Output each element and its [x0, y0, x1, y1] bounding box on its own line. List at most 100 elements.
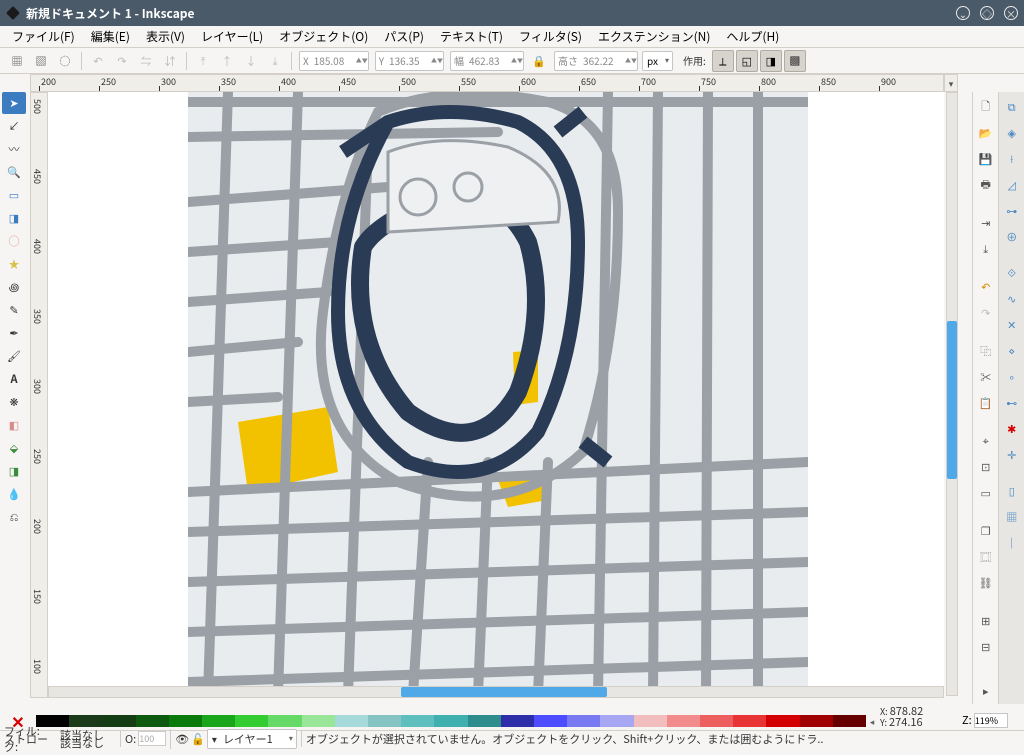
- swatch[interactable]: [634, 715, 667, 727]
- open-icon[interactable]: 📂: [975, 122, 997, 144]
- snap-corner-icon[interactable]: ◿: [1001, 174, 1023, 196]
- snap-obj-center-icon[interactable]: ✱: [1001, 418, 1023, 440]
- spiral-tool-icon[interactable]: ꩜: [2, 276, 26, 298]
- swatch[interactable]: [567, 715, 600, 727]
- lower-icon[interactable]: ↓: [240, 50, 262, 72]
- swatch[interactable]: [235, 715, 268, 727]
- raise-icon[interactable]: ↑: [216, 50, 238, 72]
- bezier-tool-icon[interactable]: ✒: [2, 322, 26, 344]
- deselect-icon[interactable]: ◌: [54, 50, 76, 72]
- ruler-horizontal[interactable]: 2002503003504004505005506006507007508008…: [30, 74, 944, 92]
- snap-toggle-icon[interactable]: ⧉: [1001, 96, 1023, 118]
- select-all-icon[interactable]: ▦: [6, 50, 28, 72]
- menu-layer[interactable]: レイヤー(L): [193, 26, 271, 47]
- select-layer-icon[interactable]: ▨: [30, 50, 52, 72]
- dropper-tool-icon[interactable]: 💧: [2, 483, 26, 505]
- rect-tool-icon[interactable]: ▭: [2, 184, 26, 206]
- swatch[interactable]: [700, 715, 733, 727]
- ruler-menu-icon[interactable]: ▾: [944, 74, 958, 92]
- palette-menu-icon[interactable]: ◂: [866, 715, 878, 728]
- zoom-sel-icon[interactable]: ⌖: [975, 430, 997, 452]
- gradient-tool-icon[interactable]: ◨: [2, 460, 26, 482]
- swatch[interactable]: [468, 715, 501, 727]
- swatch[interactable]: [302, 715, 335, 727]
- flip-h-icon[interactable]: ⇋: [135, 50, 157, 72]
- snap-guide-icon[interactable]: │: [1001, 532, 1023, 554]
- menu-path[interactable]: パス(P): [376, 26, 432, 47]
- spray-tool-icon[interactable]: ❋: [2, 391, 26, 413]
- menu-object[interactable]: オブジェクト(O): [271, 26, 376, 47]
- flip-v-icon[interactable]: ⇵: [159, 50, 181, 72]
- swatch[interactable]: [800, 715, 833, 727]
- layer-visible-icon[interactable]: 👁: [175, 731, 189, 747]
- zoom-page-icon[interactable]: ▭: [975, 482, 997, 504]
- print-icon[interactable]: 🖶: [975, 174, 997, 196]
- x-field[interactable]: X▲▼: [299, 51, 369, 71]
- swatch[interactable]: [534, 715, 567, 727]
- menu-edit[interactable]: 編集(E): [83, 26, 138, 47]
- star-tool-icon[interactable]: ★: [2, 253, 26, 275]
- swatch[interactable]: [766, 715, 799, 727]
- snap-mid-icon[interactable]: ⊶: [1001, 200, 1023, 222]
- affect-gradient-icon[interactable]: ◨: [760, 50, 782, 72]
- snap-line-mid-icon[interactable]: ⊷: [1001, 392, 1023, 414]
- swatch[interactable]: [69, 715, 102, 727]
- lower-bottom-icon[interactable]: ⤓: [264, 50, 286, 72]
- selector-tool-icon[interactable]: ➤: [2, 92, 26, 114]
- copy-icon[interactable]: ⿻: [975, 340, 997, 362]
- zoom-field[interactable]: Z:: [962, 712, 1024, 728]
- h-field[interactable]: 高さ▲▼: [554, 51, 638, 71]
- node-tool-icon[interactable]: ↙: [2, 115, 26, 137]
- w-field[interactable]: 幅▲▼: [450, 51, 524, 71]
- raise-top-icon[interactable]: ⤒: [192, 50, 214, 72]
- swatch[interactable]: [268, 715, 301, 727]
- swatch[interactable]: [136, 715, 169, 727]
- swatch[interactable]: [102, 715, 135, 727]
- duplicate-icon[interactable]: ❐: [975, 520, 997, 542]
- stroke-value[interactable]: 該当なし: [60, 735, 104, 751]
- cut-icon[interactable]: ✂: [975, 366, 997, 388]
- rotate-cw-icon[interactable]: ↷: [111, 50, 133, 72]
- menu-view[interactable]: 表示(V): [138, 26, 193, 47]
- import-icon[interactable]: ⇥: [975, 212, 997, 234]
- bucket-tool-icon[interactable]: ⬙: [2, 437, 26, 459]
- swatch[interactable]: [600, 715, 633, 727]
- swatch[interactable]: [202, 715, 235, 727]
- connector-tool-icon[interactable]: ⎌: [2, 506, 26, 528]
- lock-icon[interactable]: 🔒: [528, 50, 550, 72]
- export-icon[interactable]: ⤓: [975, 238, 997, 260]
- hscrollbar[interactable]: [48, 686, 944, 698]
- ungroup-icon[interactable]: ⊟: [975, 636, 997, 658]
- swatch[interactable]: [501, 715, 534, 727]
- snap-page-icon[interactable]: ▯: [1001, 480, 1023, 502]
- vscrollbar[interactable]: [946, 92, 958, 696]
- maximize-button[interactable]: ◇: [980, 6, 994, 20]
- affect-corners-icon[interactable]: ◱: [736, 50, 758, 72]
- canvas[interactable]: [48, 92, 944, 696]
- menu-text[interactable]: テキスト(T): [432, 26, 511, 47]
- more-icon[interactable]: ▸: [975, 680, 997, 702]
- menu-filter[interactable]: フィルタ(S): [511, 26, 590, 47]
- new-doc-icon[interactable]: 🗋: [975, 96, 997, 118]
- snap-rot-center-icon[interactable]: ✛: [1001, 444, 1023, 466]
- swatch[interactable]: [368, 715, 401, 727]
- minimize-button[interactable]: ⌄: [956, 6, 970, 20]
- y-field[interactable]: Y▲▼: [375, 51, 444, 71]
- tweak-tool-icon[interactable]: 〰: [2, 138, 26, 160]
- redo-icon[interactable]: ↷: [975, 302, 997, 324]
- ellipse-tool-icon[interactable]: ◯: [2, 230, 26, 252]
- swatch[interactable]: [833, 715, 866, 727]
- group-icon[interactable]: ⊞: [975, 610, 997, 632]
- snap-smooth-icon[interactable]: ∘: [1001, 366, 1023, 388]
- swatch[interactable]: [667, 715, 700, 727]
- affect-pattern-icon[interactable]: ▩: [784, 50, 806, 72]
- menu-file[interactable]: ファイル(F): [4, 26, 83, 47]
- color-palette[interactable]: [36, 715, 866, 727]
- layer-lock-icon[interactable]: 🔓: [191, 731, 205, 747]
- calligraphy-tool-icon[interactable]: 🖌: [2, 345, 26, 367]
- menu-extension[interactable]: エクステンション(N): [590, 26, 718, 47]
- ruler-vertical[interactable]: 500450400350300250200150100: [30, 92, 48, 698]
- pencil-tool-icon[interactable]: ✎: [2, 299, 26, 321]
- swatch[interactable]: [733, 715, 766, 727]
- zoom-draw-icon[interactable]: ⊡: [975, 456, 997, 478]
